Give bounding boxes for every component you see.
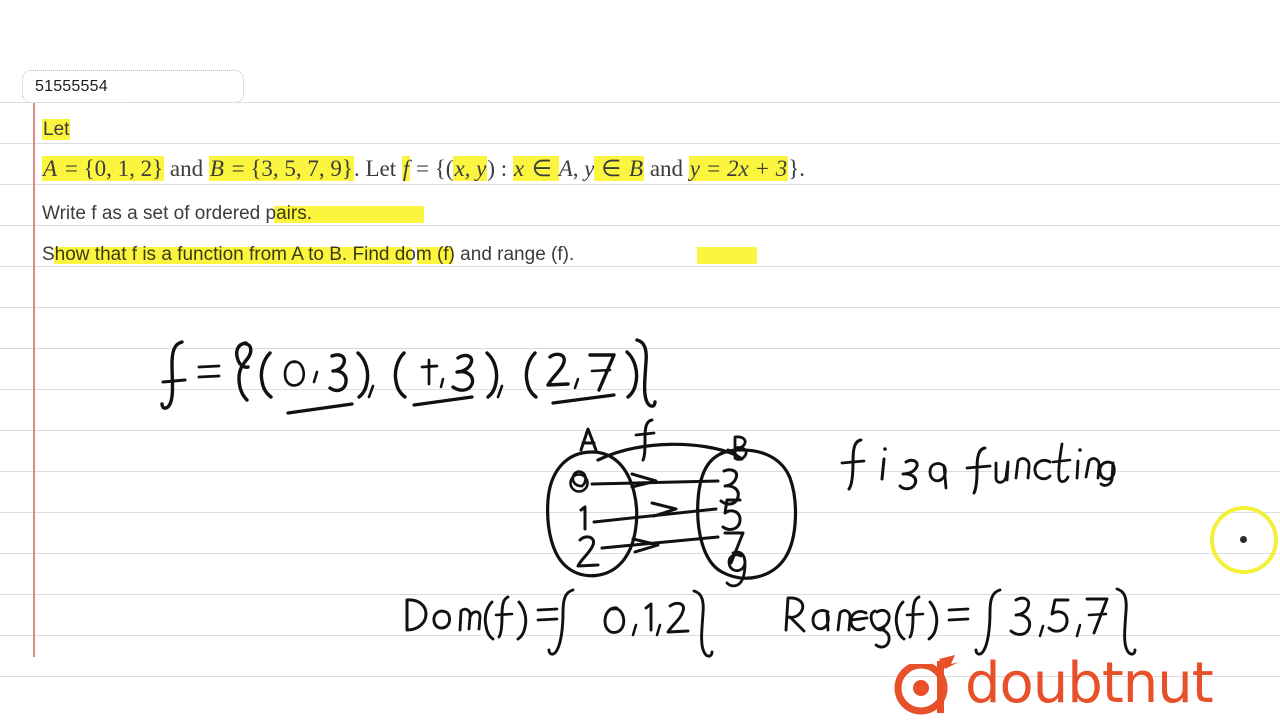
worksheet-page: 51555554 Let A = {0, 1, 2} and B = {3, 5… [0, 0, 1280, 720]
element-of-symbol-1: ∈ [525, 156, 559, 181]
set-a-reference: A [558, 156, 573, 181]
let-clause: . Let [353, 156, 397, 181]
colon-separator: ) : [487, 156, 513, 181]
set-a-definition: = {0, 1, 2} [58, 156, 165, 181]
highlight-ordered-pairs [274, 206, 424, 223]
question-let-word: Let [42, 119, 71, 140]
doubtnut-wordmark: doubtnut [965, 651, 1214, 716]
handwritten-solution [160, 338, 1137, 658]
highlight-a-to-b [417, 247, 453, 264]
ordered-pair-xy: x, y [453, 156, 488, 181]
ruled-paper-lines [0, 0, 1280, 720]
paper-margin-line [33, 72, 35, 657]
highlighter-cursor-dot [1240, 536, 1247, 543]
question-id-box[interactable]: 51555554 [22, 70, 244, 103]
x-variable: x [512, 156, 526, 181]
highlight-show-function [54, 247, 412, 264]
question-line-1: Let [42, 119, 71, 141]
question-line-3: Write f as a set of ordered pairs. [42, 203, 424, 225]
comma-separator: , [572, 156, 585, 181]
doubtnut-logo: doubtnut [893, 651, 1253, 717]
question-id-text: 51555554 [35, 77, 108, 95]
question-line-3-text: Write f as a set of ordered pairs. [42, 203, 312, 224]
set-a-symbol: A [42, 156, 59, 181]
f-close-brace: }. [788, 156, 806, 181]
y-variable: y [584, 156, 595, 181]
function-rule-equation: y = 2x + 3 [688, 156, 789, 181]
set-b-symbol: B [208, 156, 225, 181]
set-b-definition: = {3, 5, 7, 9} [224, 156, 354, 181]
function-f-symbol: f [401, 156, 411, 181]
question-line-4: Show that f is a function from A to B. F… [42, 244, 757, 266]
and-connector: and [644, 156, 689, 181]
set-b-reference: B [628, 156, 645, 181]
question-line-2: A = {0, 1, 2} and B = {3, 5, 7, 9}. Let … [42, 156, 805, 182]
f-open-brace: = {( [410, 156, 454, 181]
conjunction-and: and [169, 156, 204, 181]
highlight-range [697, 247, 757, 264]
element-of-symbol-2: ∈ [594, 156, 629, 181]
